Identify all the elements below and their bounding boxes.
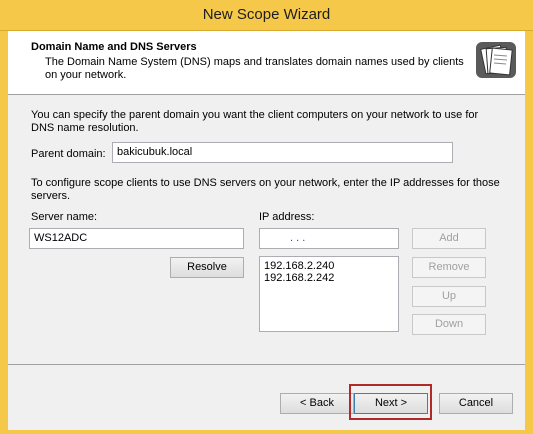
up-button[interactable]: Up	[412, 286, 486, 307]
wizard-window: New Scope Wizard Domain Name and DNS Ser…	[0, 0, 533, 434]
resolve-button[interactable]: Resolve	[170, 257, 244, 278]
window-frame-right	[525, 31, 533, 434]
add-button[interactable]: Add	[412, 228, 486, 249]
next-button[interactable]: Next >	[354, 393, 428, 414]
ip-address-label: IP address:	[259, 211, 315, 223]
server-name-label: Server name:	[31, 211, 98, 223]
remove-button[interactable]: Remove	[412, 257, 486, 278]
server-name-input[interactable]: WS12ADC	[29, 228, 244, 249]
list-item[interactable]: 192.168.2.240	[264, 260, 394, 272]
folder-stack-icon	[476, 42, 516, 78]
parent-domain-label: Parent domain:	[31, 148, 106, 160]
list-item[interactable]: 192.168.2.242	[264, 272, 394, 284]
back-button[interactable]: < Back	[280, 393, 354, 414]
window-frame-bottom	[0, 430, 533, 434]
ip-address-input[interactable]: . . .	[259, 228, 399, 249]
window-title: New Scope Wizard	[202, 6, 331, 23]
parent-domain-intro: You can specify the parent domain you wa…	[31, 109, 479, 134]
cancel-button[interactable]: Cancel	[439, 393, 513, 414]
footer-divider	[8, 364, 525, 365]
page-description: The Domain Name System (DNS) maps and tr…	[45, 56, 464, 81]
window-frame-left	[0, 31, 8, 434]
down-button[interactable]: Down	[412, 314, 486, 335]
title-bar: New Scope Wizard	[0, 0, 533, 31]
dns-servers-intro: To configure scope clients to use DNS se…	[31, 177, 500, 202]
wizard-body: Domain Name and DNS Servers The Domain N…	[8, 31, 525, 430]
ip-address-list[interactable]: 192.168.2.240 192.168.2.242	[259, 256, 399, 332]
wizard-header: Domain Name and DNS Servers The Domain N…	[8, 31, 525, 95]
parent-domain-input[interactable]: bakicubuk.local	[112, 142, 453, 163]
page-title: Domain Name and DNS Servers	[31, 41, 197, 53]
